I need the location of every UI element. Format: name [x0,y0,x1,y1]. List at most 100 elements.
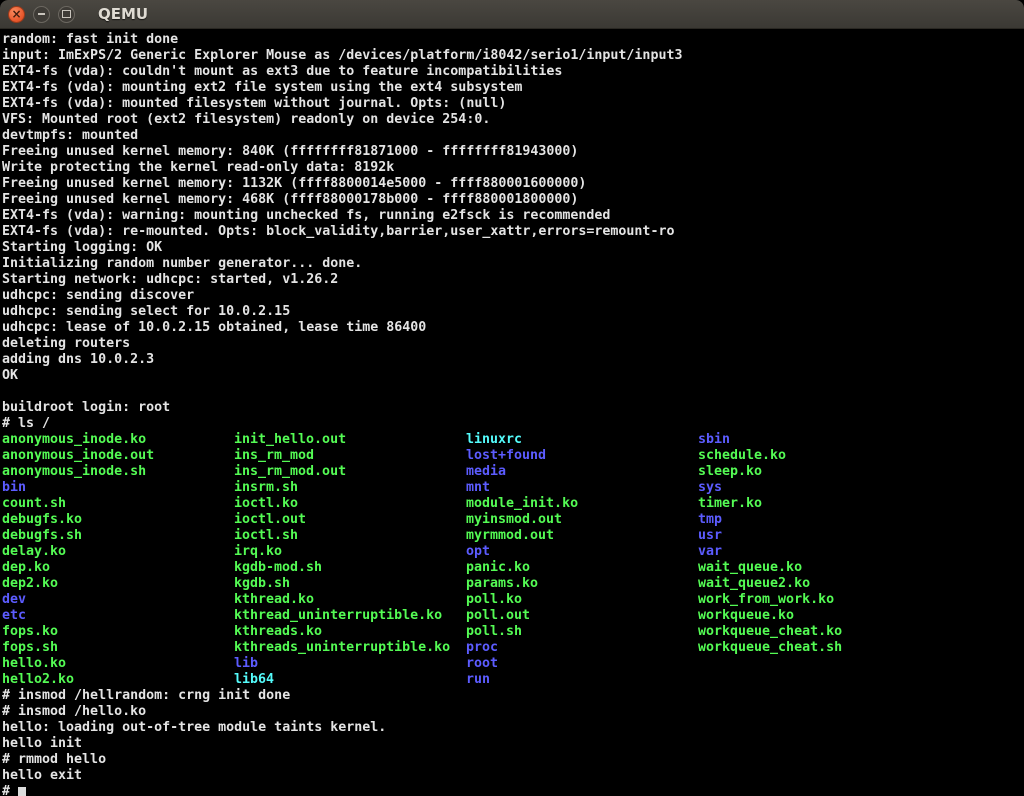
file-entry: debugfs.sh [2,528,82,544]
console-text: EXT4-fs (vda): warning: mounting uncheck… [2,208,610,223]
console-text: Starting logging: OK [2,240,162,255]
file-entry: ioctl.ko [234,496,298,512]
console-text: Initializing random number generator... … [2,256,362,271]
terminal-line: Starting logging: OK [2,240,1024,256]
terminal-line: EXT4-fs (vda): mounted filesystem withou… [2,96,1024,112]
ls-output-row: devkthread.kopoll.kowork_from_work.ko [2,592,1024,608]
close-button[interactable]: × [8,6,25,23]
shell-prompt-line: # ls / [2,416,50,431]
file-entry: dep2.ko [2,576,58,592]
file-entry: lib64 [234,672,274,688]
file-entry: dep.ko [2,560,50,576]
file-entry: poll.ko [466,592,522,608]
terminal-line: Freeing unused kernel memory: 1132K (fff… [2,176,1024,192]
file-entry: schedule.ko [698,448,786,464]
file-entry: ins_rm_mod.out [234,464,346,480]
console-text: udhcpc: sending discover [2,288,194,303]
ls-output-row: debugfs.koioctl.outmyinsmod.outtmp [2,512,1024,528]
file-entry: hello.ko [2,656,66,672]
console-text: Freeing unused kernel memory: 1132K (fff… [2,176,586,191]
file-entry: mnt [466,480,490,496]
ls-output-row: anonymous_inode.outins_rm_modlost+founds… [2,448,1024,464]
file-entry: ins_rm_mod [234,448,314,464]
file-entry: media [466,464,506,480]
ls-output-row: delay.koirq.kooptvar [2,544,1024,560]
minimize-button[interactable] [33,6,50,23]
file-entry: proc [466,640,498,656]
console-text: Freeing unused kernel memory: 840K (ffff… [2,144,578,159]
console-text: EXT4-fs (vda): re-mounted. Opts: block_v… [2,224,674,239]
file-entry: anonymous_inode.out [2,448,154,464]
maximize-button[interactable] [58,6,75,23]
file-entry: irq.ko [234,544,282,560]
terminal-line: VFS: Mounted root (ext2 filesystem) read… [2,112,1024,128]
ls-output-row: fops.shkthreads_uninterruptible.koprocwo… [2,640,1024,656]
file-entry: wait_queue.ko [698,560,802,576]
terminal-line: Starting network: udhcpc: started, v1.26… [2,272,1024,288]
ls-output-row: dep.kokgdb-mod.shpanic.kowait_queue.ko [2,560,1024,576]
file-entry: wait_queue2.ko [698,576,810,592]
file-entry: workqueue_cheat.ko [698,624,842,640]
console-text: hello init [2,736,82,751]
terminal-line: # insmod /hellrandom: crng init done [2,688,1024,704]
file-entry: kgdb.sh [234,576,290,592]
console-text [2,384,10,399]
file-entry: sleep.ko [698,464,762,480]
ls-output-row: etckthread_uninterruptible.kopoll.outwor… [2,608,1024,624]
terminal-line: Initializing random number generator... … [2,256,1024,272]
terminal-line: # ls / [2,416,1024,432]
shell-prompt-line: # insmod /hello.ko [2,704,146,719]
file-entry: usr [698,528,722,544]
ls-output-row: bininsrm.shmntsys [2,480,1024,496]
window-titlebar[interactable]: × QEMU [0,0,1024,29]
file-entry: lib [234,656,258,672]
file-entry: kthread_uninterruptible.ko [234,608,442,624]
console-text: VFS: Mounted root (ext2 filesystem) read… [2,112,490,127]
terminal-line [2,384,1024,400]
terminal-screen[interactable]: random: fast init doneinput: ImExPS/2 Ge… [0,29,1024,796]
file-entry: insrm.sh [234,480,298,496]
console-text: Starting network: udhcpc: started, v1.26… [2,272,338,287]
terminal-line: udhcpc: lease of 10.0.2.15 obtained, lea… [2,320,1024,336]
minimize-icon [38,13,45,15]
console-text: deleting routers [2,336,130,351]
terminal-line: # insmod /hello.ko [2,704,1024,720]
terminal-line: adding dns 10.0.2.3 [2,352,1024,368]
file-entry: debugfs.ko [2,512,82,528]
terminal-line: EXT4-fs (vda): re-mounted. Opts: block_v… [2,224,1024,240]
file-entry: opt [466,544,490,560]
ls-output-row: count.shioctl.komodule_init.kotimer.ko [2,496,1024,512]
terminal-line: udhcpc: sending discover [2,288,1024,304]
file-entry: module_init.ko [466,496,578,512]
file-entry: ioctl.sh [234,528,298,544]
console-text: devtmpfs: mounted [2,128,138,143]
console-text: input: ImExPS/2 Generic Explorer Mouse a… [2,48,682,63]
terminal-line: hello init [2,736,1024,752]
console-text: udhcpc: lease of 10.0.2.15 obtained, lea… [2,320,426,335]
terminal-line: random: fast init done [2,32,1024,48]
file-entry: init_hello.out [234,432,346,448]
terminal-line: Write protecting the kernel read-only da… [2,160,1024,176]
ls-output-row: debugfs.shioctl.shmyrmmod.outusr [2,528,1024,544]
ls-output-row: hello2.kolib64run [2,672,1024,688]
file-entry: params.ko [466,576,538,592]
console-text: EXT4-fs (vda): mounted filesystem withou… [2,96,506,111]
terminal-line: OK [2,368,1024,384]
terminal-line: hello exit [2,768,1024,784]
file-entry: kthreads.ko [234,624,322,640]
console-text: hello exit [2,768,82,783]
qemu-window: × QEMU random: fast init doneinput: ImEx… [0,0,1024,796]
terminal-line: buildroot login: root [2,400,1024,416]
console-text: buildroot login: root [2,400,170,415]
file-entry: bin [2,480,26,496]
terminal-line: # [2,784,1024,796]
file-entry: anonymous_inode.sh [2,464,146,480]
terminal-line: EXT4-fs (vda): mounting ext2 file system… [2,80,1024,96]
terminal-line: EXT4-fs (vda): warning: mounting uncheck… [2,208,1024,224]
console-text: EXT4-fs (vda): mounting ext2 file system… [2,80,522,95]
console-text: Freeing unused kernel memory: 468K (ffff… [2,192,578,207]
maximize-icon [62,10,71,18]
file-entry: delay.ko [2,544,66,560]
file-entry: myinsmod.out [466,512,562,528]
terminal-line: deleting routers [2,336,1024,352]
